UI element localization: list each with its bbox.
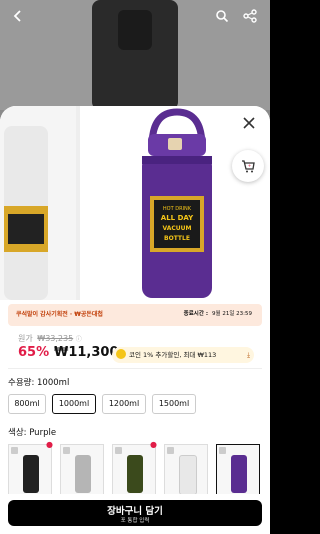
color-option-black[interactable]: ● [8,440,53,498]
gallery-divider [76,106,80,300]
label-line-1: HOT DRINK [163,206,192,212]
cart-icon[interactable]: + [232,150,264,182]
color-option-gray[interactable] [60,444,104,498]
hot-icon: ● [46,440,53,449]
check-icon [167,447,174,454]
share-icon[interactable] [240,8,260,28]
coupon-text: 코인 1% 추가할인, 최대 ₩113 [129,351,217,359]
original-price-label: 원가 [18,334,33,343]
header-bar [0,0,270,36]
check-icon [115,447,122,454]
bottom-action-bar: 장바구니 담기 포 통합 입력 [0,494,270,534]
coin-coupon[interactable]: 코인 1% 추가할인, 최대 ₩113 ⤓ [112,347,254,363]
label-line-3: VACUUM [163,225,192,232]
back-arrow-icon[interactable] [8,8,28,28]
previous-image[interactable] [0,106,76,300]
thumb-bottle [75,455,91,493]
svg-text:+: + [248,163,251,168]
capacity-option-1500[interactable]: 1500ml [152,394,196,414]
add-to-cart-sublabel: 포 통합 입력 [120,518,150,524]
sale-price: ₩11,300 [54,345,119,360]
capacity-label: 수용량: 1000ml [8,378,70,388]
label-line-2: ALL DAY [161,214,194,222]
color-option-purple[interactable] [216,444,260,498]
promo-end-label: 종료시간 : [183,311,209,317]
promo-end-value: 9월 21일 23:59 [212,311,252,317]
search-icon[interactable] [212,8,232,28]
thumb-bottle [231,455,247,493]
check-icon [11,447,18,454]
thumb-bottle [179,455,197,495]
color-option-green[interactable]: ● [112,440,157,498]
color-options: ● ● [8,440,270,498]
product-gallery[interactable]: HOT DRINK ALL DAY VACUUM BOTTLE + [0,106,270,300]
option-sheet: HOT DRINK ALL DAY VACUUM BOTTLE + 쿠석말이 감… [0,106,270,534]
color-option-white[interactable] [164,444,208,498]
capacity-option-1200[interactable]: 1200ml [102,394,146,414]
promo-end-time: 종료시간 :9월 21일 23:59 [184,309,252,317]
coin-icon [116,349,126,359]
capacity-option-1000[interactable]: 1000ml [52,394,96,414]
hot-icon: ● [150,440,157,449]
promo-title: 쿠석말이 감사기획전 · ₩공돈대첩 [16,311,103,318]
add-to-cart-button[interactable]: 장바구니 담기 포 통합 입력 [8,500,262,526]
promo-banner[interactable]: 쿠석말이 감사기획전 · ₩공돈대첩 종료시간 :9월 21일 23:59 [8,304,262,326]
add-to-cart-label: 장바구니 담기 [107,506,163,517]
check-icon [219,447,226,454]
original-price: ₩33,235 [37,334,74,343]
info-icon[interactable]: ⓘ [76,336,82,343]
product-image: HOT DRINK ALL DAY VACUUM BOTTLE [142,108,212,298]
discount-rate: 65% [18,345,50,360]
capacity-option-800[interactable]: 800ml [8,394,46,414]
download-arrow-icon: ⤓ [247,351,250,359]
check-icon [63,447,70,454]
close-icon[interactable] [238,114,260,136]
original-price-row: 원가 ₩33,235 ⓘ [18,333,82,344]
thumb-bottle [23,455,39,493]
thumb-bottle [127,455,143,493]
price-section: 원가 ₩33,235 ⓘ 65% ₩11,300 코인 1% 추가할인, 최대 … [8,326,262,369]
label-line-4: BOTTLE [164,235,190,242]
color-label: 색상: Purple [8,428,57,438]
